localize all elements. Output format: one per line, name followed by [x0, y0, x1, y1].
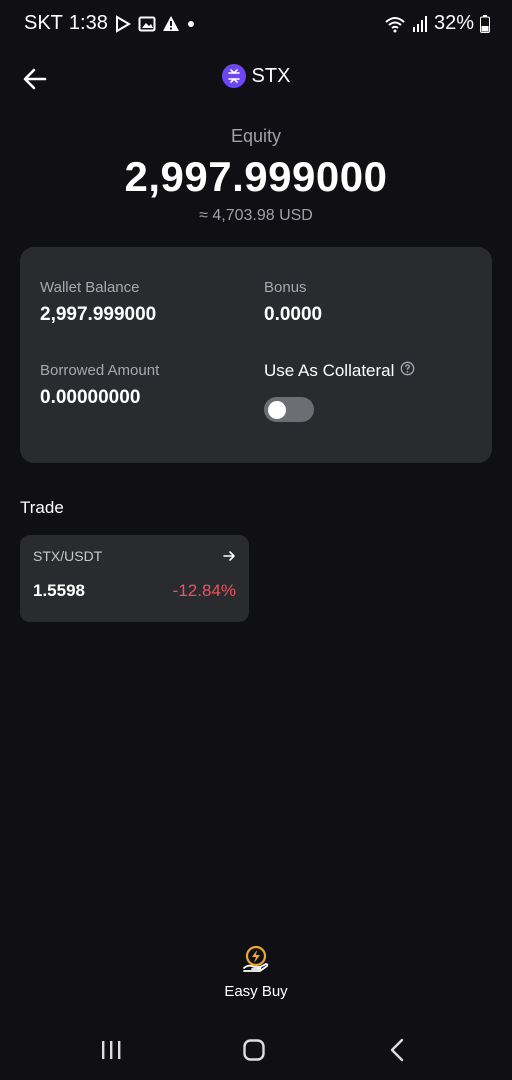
easy-buy-label: Easy Buy	[224, 983, 288, 1000]
carrier-text: SKT	[24, 12, 63, 34]
home-button[interactable]	[234, 1030, 274, 1070]
trade-pair-name: STX/USDT	[33, 548, 103, 564]
collateral-label: Use As Collateral	[264, 361, 395, 380]
recent-apps-button[interactable]	[91, 1030, 131, 1070]
borrowed-amount-value: 0.00000000	[40, 387, 141, 408]
arrow-right-icon	[222, 549, 236, 568]
trade-section-title: Trade	[20, 498, 64, 517]
gallery-icon	[138, 15, 156, 33]
play-store-icon	[114, 14, 132, 33]
notification-dot-icon	[186, 19, 196, 29]
equity-section: Equity 2,997.999000 ≈ 4,703.98 USD	[0, 126, 512, 225]
battery-icon	[480, 14, 490, 33]
toggle-knob	[268, 400, 286, 419]
status-bar: SKT 1:38 32%	[0, 0, 512, 50]
home-icon	[243, 1039, 265, 1061]
coin-name: STX	[251, 64, 291, 87]
equity-value: 2,997.999000	[124, 153, 388, 200]
battery-percent: 32%	[433, 12, 474, 34]
easy-buy-button[interactable]: Easy Buy	[206, 944, 306, 1000]
system-back-button[interactable]	[378, 1030, 418, 1070]
borrowed-amount: Borrowed Amount 0.00000000	[40, 362, 159, 409]
borrowed-amount-label: Borrowed Amount	[40, 362, 160, 379]
use-as-collateral: Use As Collateral	[264, 361, 415, 381]
app-header: STX	[0, 56, 512, 100]
equity-label: Equity	[230, 126, 282, 146]
collateral-toggle[interactable]	[264, 397, 314, 422]
time-text: 1:38	[68, 12, 108, 34]
bonus-value: 0.0000	[264, 304, 323, 325]
trade-pair-price: 1.5598	[33, 581, 85, 600]
trade-pair-card[interactable]: STX/USDT 1.5598 -12.84%	[20, 535, 249, 622]
coin-title: STX	[0, 64, 512, 88]
wifi-icon	[384, 15, 406, 33]
balance-card: Wallet Balance 2,997.999000 Bonus 0.0000…	[20, 247, 492, 463]
easy-buy-icon	[243, 945, 269, 972]
signal-icon	[412, 15, 428, 33]
equity-usd-value: ≈ 4,703.98 USD	[199, 207, 313, 224]
wallet-balance: Wallet Balance 2,997.999000	[40, 279, 156, 326]
stx-coin-icon	[221, 64, 246, 88]
wallet-balance-value: 2,997.999000	[40, 304, 157, 325]
system-nav-bar	[0, 1020, 512, 1080]
trade-pair-change: -12.84%	[172, 581, 236, 600]
recent-apps-icon	[102, 1041, 121, 1059]
bonus-label: Bonus	[264, 279, 307, 296]
warning-icon	[162, 15, 180, 33]
bonus: Bonus 0.0000	[264, 279, 322, 326]
chevron-left-icon	[390, 1038, 404, 1062]
wallet-balance-label: Wallet Balance	[40, 279, 140, 296]
help-icon[interactable]	[400, 361, 415, 381]
